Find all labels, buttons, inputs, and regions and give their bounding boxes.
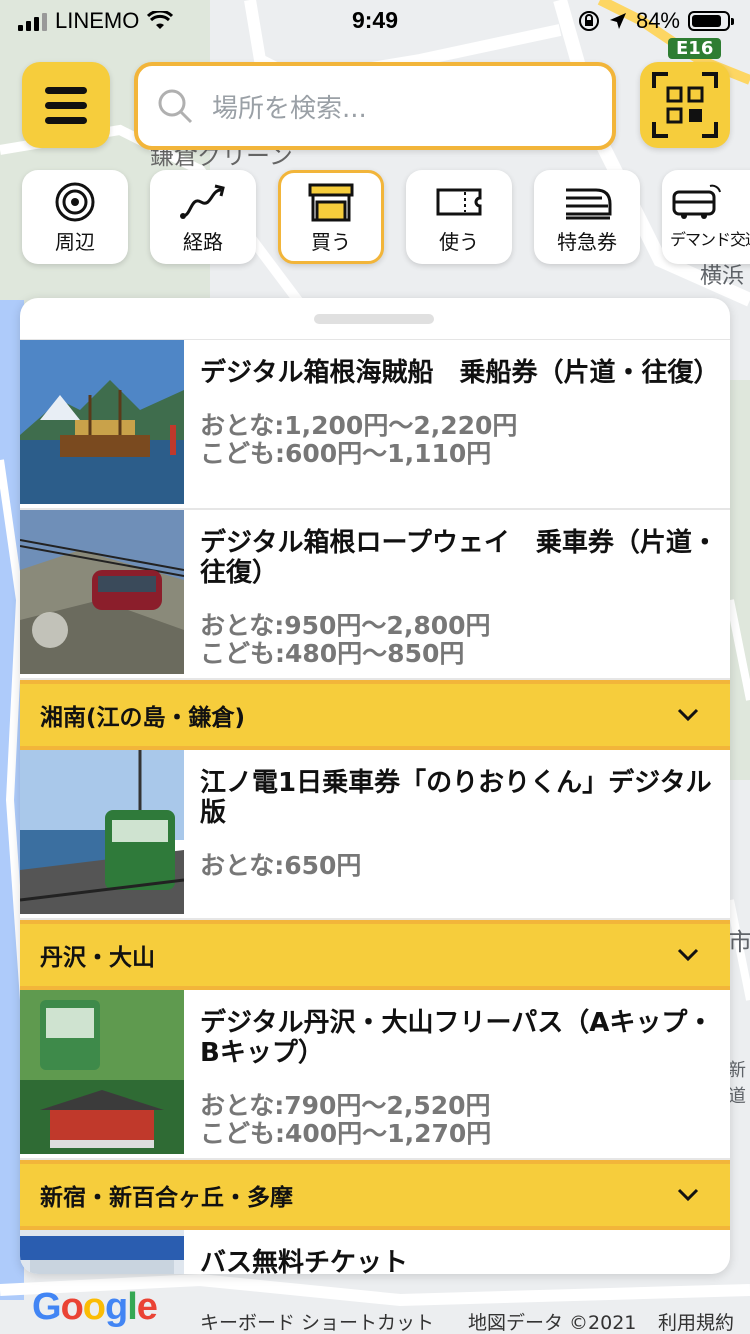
item-title: 江ノ電1日乗車券「のりおりくん」デジタル版 bbox=[200, 768, 712, 828]
qr-scan-button[interactable] bbox=[640, 62, 730, 148]
location-arrow-icon bbox=[609, 13, 626, 29]
google-logo: Google bbox=[32, 1286, 158, 1328]
chip-demand-transport[interactable]: デマンド交通 bbox=[662, 170, 750, 264]
place-label-3: 新道 bbox=[728, 1060, 746, 1107]
item-prices: おとな:1,200円〜2,220円 こども:600円〜1,110円 bbox=[200, 412, 718, 468]
ropeway-thumbnail bbox=[20, 510, 184, 674]
map-data-attribution[interactable]: 地図データ ©2021 bbox=[468, 1308, 636, 1334]
chip-label: 使う bbox=[439, 230, 479, 254]
chip-nearby[interactable]: 周辺 bbox=[22, 170, 128, 264]
shop-icon bbox=[308, 183, 354, 222]
chip-label: 買う bbox=[311, 230, 351, 254]
item-prices: おとな:950円〜2,800円 こども:480円〜850円 bbox=[200, 612, 718, 668]
list-item[interactable]: デジタル箱根ロープウェイ 乗車券（片道・往復） おとな:950円〜2,800円 … bbox=[20, 510, 730, 680]
section-label: 丹沢・大山 bbox=[40, 945, 155, 971]
price-adult: おとな:950円〜2,800円 bbox=[200, 611, 491, 640]
item-title: デジタル箱根海賊船 乗船券（片道・往復） bbox=[200, 358, 720, 388]
nearby-icon bbox=[55, 182, 95, 222]
pirate-ship-thumbnail bbox=[20, 340, 184, 504]
price-child: こども:400円〜1,270円 bbox=[200, 1119, 492, 1148]
chevron-down-icon bbox=[677, 948, 699, 962]
item-title: バス無料チケット bbox=[200, 1248, 409, 1274]
price-adult: おとな:650円 bbox=[200, 851, 362, 880]
ticket-icon bbox=[436, 188, 482, 216]
list-item[interactable]: バス無料チケット bbox=[20, 1230, 730, 1274]
chip-label: 周辺 bbox=[55, 230, 95, 254]
item-prices: おとな:650円 bbox=[200, 852, 718, 880]
qr-scan-icon bbox=[652, 72, 718, 138]
price-adult: おとな:790円〜2,520円 bbox=[200, 1091, 491, 1120]
section-shonan[interactable]: 湘南(江の島・鎌倉) bbox=[20, 680, 730, 750]
list-item[interactable]: 江ノ電1日乗車券「のりおりくん」デジタル版 おとな:650円 bbox=[20, 750, 730, 920]
search-input[interactable]: 場所を検索... bbox=[134, 62, 616, 150]
search-icon bbox=[158, 89, 193, 124]
menu-bar bbox=[45, 86, 87, 94]
chip-label: 経路 bbox=[183, 230, 223, 254]
item-info: デジタル丹沢・大山フリーパス（Aキップ・Bキップ） おとな:790円〜2,520… bbox=[184, 990, 730, 1158]
item-info: デジタル箱根海賊船 乗船券（片道・往復） おとな:1,200円〜2,220円 こ… bbox=[184, 340, 730, 508]
item-info: デジタル箱根ロープウェイ 乗車券（片道・往復） おとな:950円〜2,800円 … bbox=[184, 510, 730, 678]
chip-label: デマンド交通 bbox=[670, 230, 750, 249]
enoden-thumbnail bbox=[20, 750, 184, 914]
item-info: バス無料チケット bbox=[184, 1230, 730, 1274]
results-sheet[interactable]: デジタル箱根海賊船 乗船券（片道・往復） おとな:1,200円〜2,220円 こ… bbox=[20, 298, 730, 1274]
list-item[interactable]: デジタル丹沢・大山フリーパス（Aキップ・Bキップ） おとな:790円〜2,520… bbox=[20, 990, 730, 1160]
chip-use[interactable]: 使う bbox=[406, 170, 512, 264]
bus-ticket-thumbnail bbox=[20, 1230, 184, 1274]
battery-icon bbox=[688, 11, 734, 31]
keyboard-shortcuts-link[interactable]: キーボード ショートカット bbox=[200, 1308, 434, 1334]
section-label: 新宿・新百合ヶ丘・多摩 bbox=[40, 1185, 293, 1211]
section-tanzawa[interactable]: 丹沢・大山 bbox=[20, 920, 730, 990]
chip-buy[interactable]: 買う bbox=[278, 170, 384, 264]
item-info: 江ノ電1日乗車券「のりおりくん」デジタル版 おとな:650円 bbox=[184, 750, 730, 918]
menu-bar bbox=[45, 101, 87, 109]
status-right: 84% bbox=[578, 8, 734, 34]
express-ticket-icon bbox=[566, 188, 612, 220]
chip-label: 特急券 bbox=[557, 230, 617, 254]
sheet-grabber[interactable] bbox=[314, 314, 434, 324]
list-item[interactable]: デジタル箱根海賊船 乗船券（片道・往復） おとな:1,200円〜2,220円 こ… bbox=[20, 340, 730, 510]
route-icon bbox=[180, 184, 225, 219]
menu-bar bbox=[45, 116, 87, 124]
terms-link[interactable]: 利用規約 bbox=[658, 1308, 734, 1334]
sheet-header bbox=[20, 298, 730, 340]
item-title: デジタル箱根ロープウェイ 乗車券（片道・往復） bbox=[200, 528, 718, 588]
demand-bus-icon bbox=[672, 184, 721, 219]
chevron-down-icon bbox=[677, 1188, 699, 1202]
status-bar: LINEMO 9:49 84% bbox=[0, 0, 750, 42]
section-label: 湘南(江の島・鎌倉) bbox=[40, 705, 246, 731]
chip-express[interactable]: 特急券 bbox=[534, 170, 640, 264]
item-prices: おとな:790円〜2,520円 こども:400円〜1,270円 bbox=[200, 1092, 718, 1148]
place-label-2: 市 bbox=[728, 928, 750, 956]
oyama-cablecar-thumbnail bbox=[20, 990, 184, 1154]
item-title: デジタル丹沢・大山フリーパス（Aキップ・Bキップ） bbox=[200, 1008, 714, 1068]
chevron-down-icon bbox=[677, 708, 699, 722]
price-adult: おとな:1,200円〜2,220円 bbox=[200, 411, 518, 440]
rotation-lock-icon bbox=[578, 11, 599, 31]
price-child: こども:600円〜1,110円 bbox=[200, 439, 492, 468]
category-chips: 周辺 経路 買う 使う 特急券 デマンド交 bbox=[0, 170, 750, 266]
section-shinjuku[interactable]: 新宿・新百合ヶ丘・多摩 bbox=[20, 1160, 730, 1230]
battery-percent: 84% bbox=[635, 8, 680, 33]
chip-route[interactable]: 経路 bbox=[150, 170, 256, 264]
search-placeholder: 場所を検索... bbox=[212, 93, 367, 124]
price-child: こども:480円〜850円 bbox=[200, 639, 465, 668]
menu-button[interactable] bbox=[22, 62, 110, 148]
